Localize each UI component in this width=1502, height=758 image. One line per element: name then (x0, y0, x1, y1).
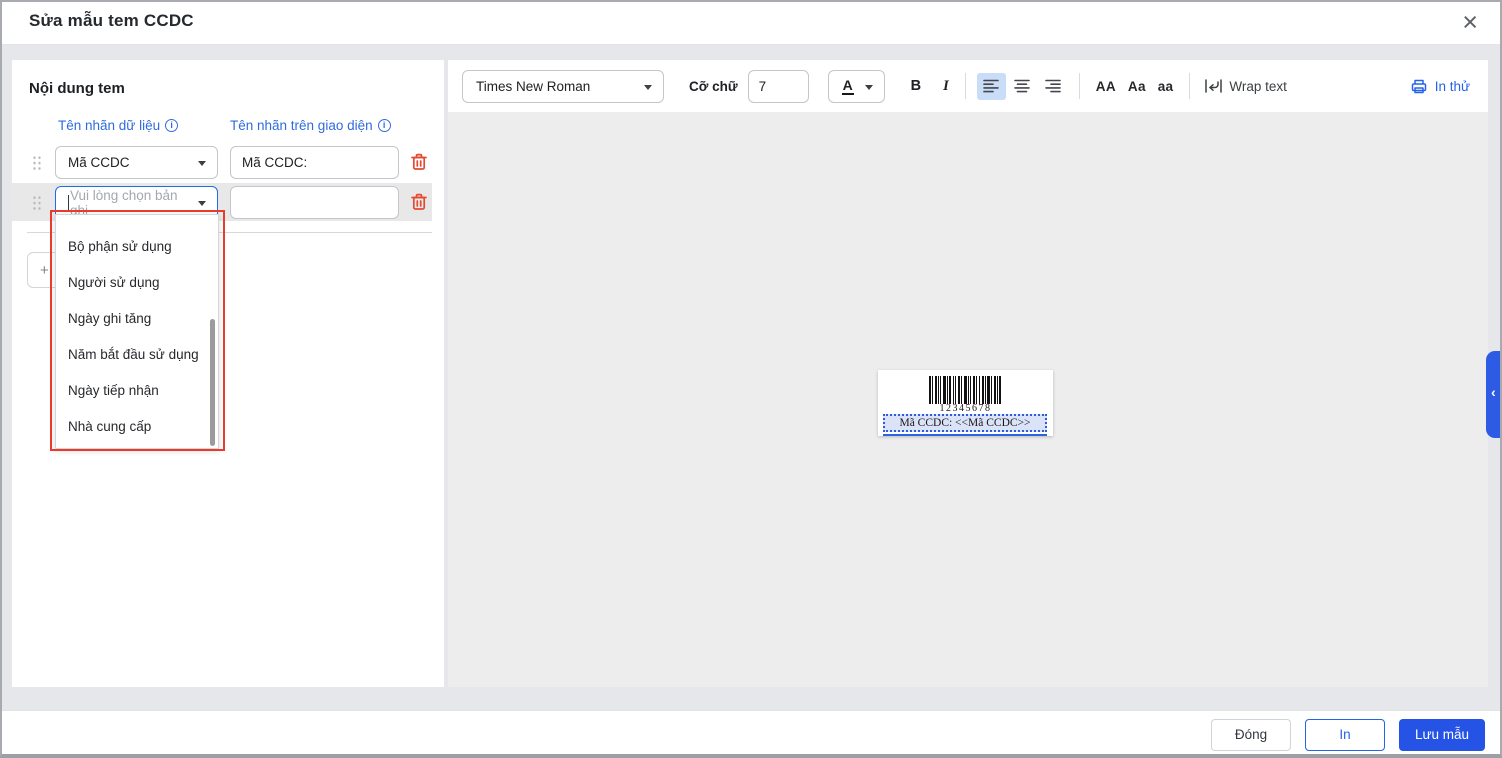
dropdown-item[interactable]: Người sử dụng (56, 265, 218, 301)
font-family-value: Times New Roman (476, 79, 590, 94)
lowercase-button[interactable]: aa (1158, 79, 1174, 94)
align-left-icon (982, 78, 1000, 94)
printer-icon (1410, 78, 1428, 95)
font-color-label: A (842, 78, 854, 95)
wrap-text-button[interactable]: Wrap text (1204, 78, 1287, 94)
dropdown-item[interactable]: Năm bắt đầu sử dụng (56, 337, 218, 373)
chevron-down-icon (865, 85, 873, 90)
delete-row-button[interactable] (408, 151, 430, 173)
barcode-number: 12345678 (878, 403, 1053, 414)
align-right-icon (1044, 78, 1062, 94)
align-center-icon (1013, 78, 1031, 94)
data-field-select-1[interactable]: Mã CCDC (55, 146, 218, 179)
ui-label-input-1[interactable] (230, 146, 399, 179)
ui-label-input-2[interactable] (230, 186, 399, 219)
text-cursor (68, 195, 69, 211)
font-family-select[interactable]: Times New Roman (462, 70, 664, 103)
capitalize-button[interactable]: Aa (1128, 79, 1146, 94)
label-content-panel: Nội dung tem Tên nhãn dữ liệu i Tên nhãn… (12, 60, 444, 687)
info-icon[interactable]: i (378, 119, 391, 132)
align-left-button[interactable] (977, 73, 1006, 100)
font-color-button[interactable]: A (828, 70, 885, 103)
chevron-left-icon: ‹ (1491, 384, 1496, 400)
label-text-element[interactable]: Mã CCDC: <<Mã CCDC>> (883, 414, 1047, 432)
divider (1079, 73, 1080, 99)
print-button[interactable]: In (1305, 719, 1385, 751)
info-icon[interactable]: i (165, 119, 178, 132)
ui-label-column-header: Tên nhãn trên giao diện i (230, 118, 391, 133)
ui-label-text: Tên nhãn trên giao diện (230, 118, 373, 133)
modal-title: Sửa mẫu tem CCDC (29, 11, 194, 31)
chevron-down-icon (198, 201, 206, 206)
footer-bar: Đóng In Lưu mẫu (0, 710, 1502, 758)
align-center-button[interactable] (1008, 73, 1037, 100)
edit-template-modal: Sửa mẫu tem CCDC × Nội dung tem Tên nhãn… (0, 0, 1502, 758)
label-preview-card: 12345678 Mã CCDC: <<Mã CCDC>> (878, 370, 1053, 436)
uppercase-button[interactable]: AA (1096, 79, 1116, 94)
panel-heading: Nội dung tem (29, 80, 125, 97)
data-label-text: Tên nhãn dữ liệu (58, 118, 160, 133)
barcode[interactable] (929, 376, 1001, 404)
format-toolbar: Times New Roman Cỡ chữ A B I AA Aa aa (448, 60, 1488, 112)
label-next-element[interactable] (883, 434, 1047, 436)
data-label-column-header: Tên nhãn dữ liệu i (58, 118, 178, 133)
delete-row-button[interactable] (408, 191, 430, 213)
wrap-text-label: Wrap text (1229, 79, 1287, 94)
italic-button[interactable]: I (937, 74, 955, 99)
dropdown-scrollbar[interactable] (210, 319, 215, 446)
add-field-button-label: + (40, 262, 49, 279)
data-field-select-2-placeholder: Vui lòng chọn bản ghi (70, 188, 191, 218)
close-button[interactable]: Đóng (1211, 719, 1291, 751)
title-bar: Sửa mẫu tem CCDC × (0, 0, 1502, 45)
divider (965, 73, 966, 99)
print-test-button[interactable]: In thử (1410, 78, 1470, 95)
print-test-label: In thử (1435, 79, 1470, 94)
chevron-down-icon (198, 161, 206, 166)
dropdown-item[interactable]: Ngày tiếp nhận (56, 373, 218, 409)
dropdown-item[interactable]: Nhà cung cấp (56, 409, 218, 445)
divider (1189, 73, 1190, 99)
chevron-down-icon (644, 85, 652, 90)
save-template-button[interactable]: Lưu mẫu (1399, 719, 1485, 751)
drag-handle-icon[interactable] (32, 155, 42, 171)
data-field-dropdown: Bộ phận sử dụng Người sử dụng Ngày ghi t… (55, 214, 219, 449)
close-icon[interactable]: × (1462, 5, 1478, 39)
data-field-select-1-value: Mã CCDC (68, 155, 130, 170)
wrap-text-icon (1204, 78, 1223, 94)
template-preview-area: 12345678 Mã CCDC: <<Mã CCDC>> (448, 112, 1488, 687)
dropdown-item[interactable]: Bộ phận sử dụng (56, 229, 218, 265)
collapse-panel-tab[interactable]: ‹ (1486, 351, 1502, 438)
label-row-1: Mã CCDC (12, 143, 432, 181)
align-right-button[interactable] (1039, 73, 1068, 100)
bold-button[interactable]: B (905, 74, 927, 98)
font-size-label: Cỡ chữ (689, 79, 738, 94)
dropdown-item[interactable]: Ngày ghi tăng (56, 301, 218, 337)
font-size-input[interactable] (748, 70, 809, 103)
drag-handle-icon[interactable] (32, 195, 42, 211)
